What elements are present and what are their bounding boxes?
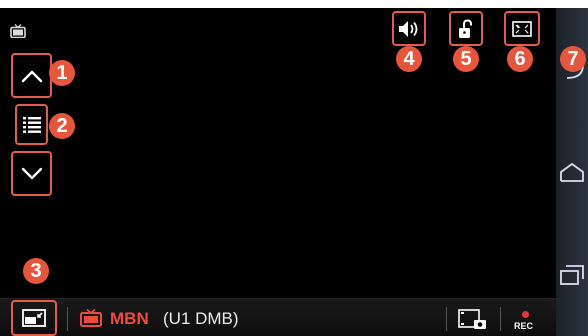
picture-in-picture-icon [22, 309, 46, 327]
record-label: REC [514, 321, 534, 331]
fullscreen-icon [512, 20, 532, 37]
home-button[interactable] [556, 152, 588, 192]
screen-ratio-button[interactable] [504, 11, 540, 46]
tv-icon [80, 308, 102, 332]
callout-badge: 2 [49, 113, 75, 139]
divider [500, 307, 501, 331]
channel-list-button[interactable] [15, 104, 48, 145]
list-icon [22, 116, 41, 133]
callout-badge: 7 [560, 46, 586, 72]
chevron-down-icon [21, 167, 42, 179]
divider [446, 307, 447, 331]
callout-badge: 1 [49, 60, 75, 86]
speaker-icon [399, 20, 418, 37]
record-icon [522, 311, 529, 318]
callout-badge: 6 [507, 46, 533, 72]
record-button[interactable]: REC [506, 299, 542, 335]
pip-button[interactable] [11, 300, 57, 336]
bottom-status-bar: MBN (U1 DMB) REC [0, 298, 556, 336]
tv-icon [10, 24, 26, 39]
recent-apps-icon [560, 265, 584, 285]
callout-badge: 4 [396, 46, 422, 72]
volume-button[interactable] [392, 11, 426, 46]
callout-badge: 5 [453, 46, 479, 72]
lock-button[interactable] [449, 11, 483, 46]
channel-up-button[interactable] [11, 53, 52, 98]
unlock-icon [459, 18, 472, 38]
divider [67, 307, 68, 331]
capture-button[interactable] [458, 308, 488, 335]
chevron-up-icon [21, 70, 42, 82]
channel-name: MBN [110, 309, 149, 328]
recent-apps-button[interactable] [556, 254, 588, 294]
camera-capture-icon [458, 309, 486, 329]
channel-down-button[interactable] [11, 151, 52, 196]
tv-screen: 1 2 4 5 6 7 MBN (U1 DMB) REC 3 [0, 8, 588, 336]
callout-badge: 3 [23, 258, 49, 284]
home-icon [560, 162, 584, 182]
channel-source: (U1 DMB) [163, 309, 239, 328]
